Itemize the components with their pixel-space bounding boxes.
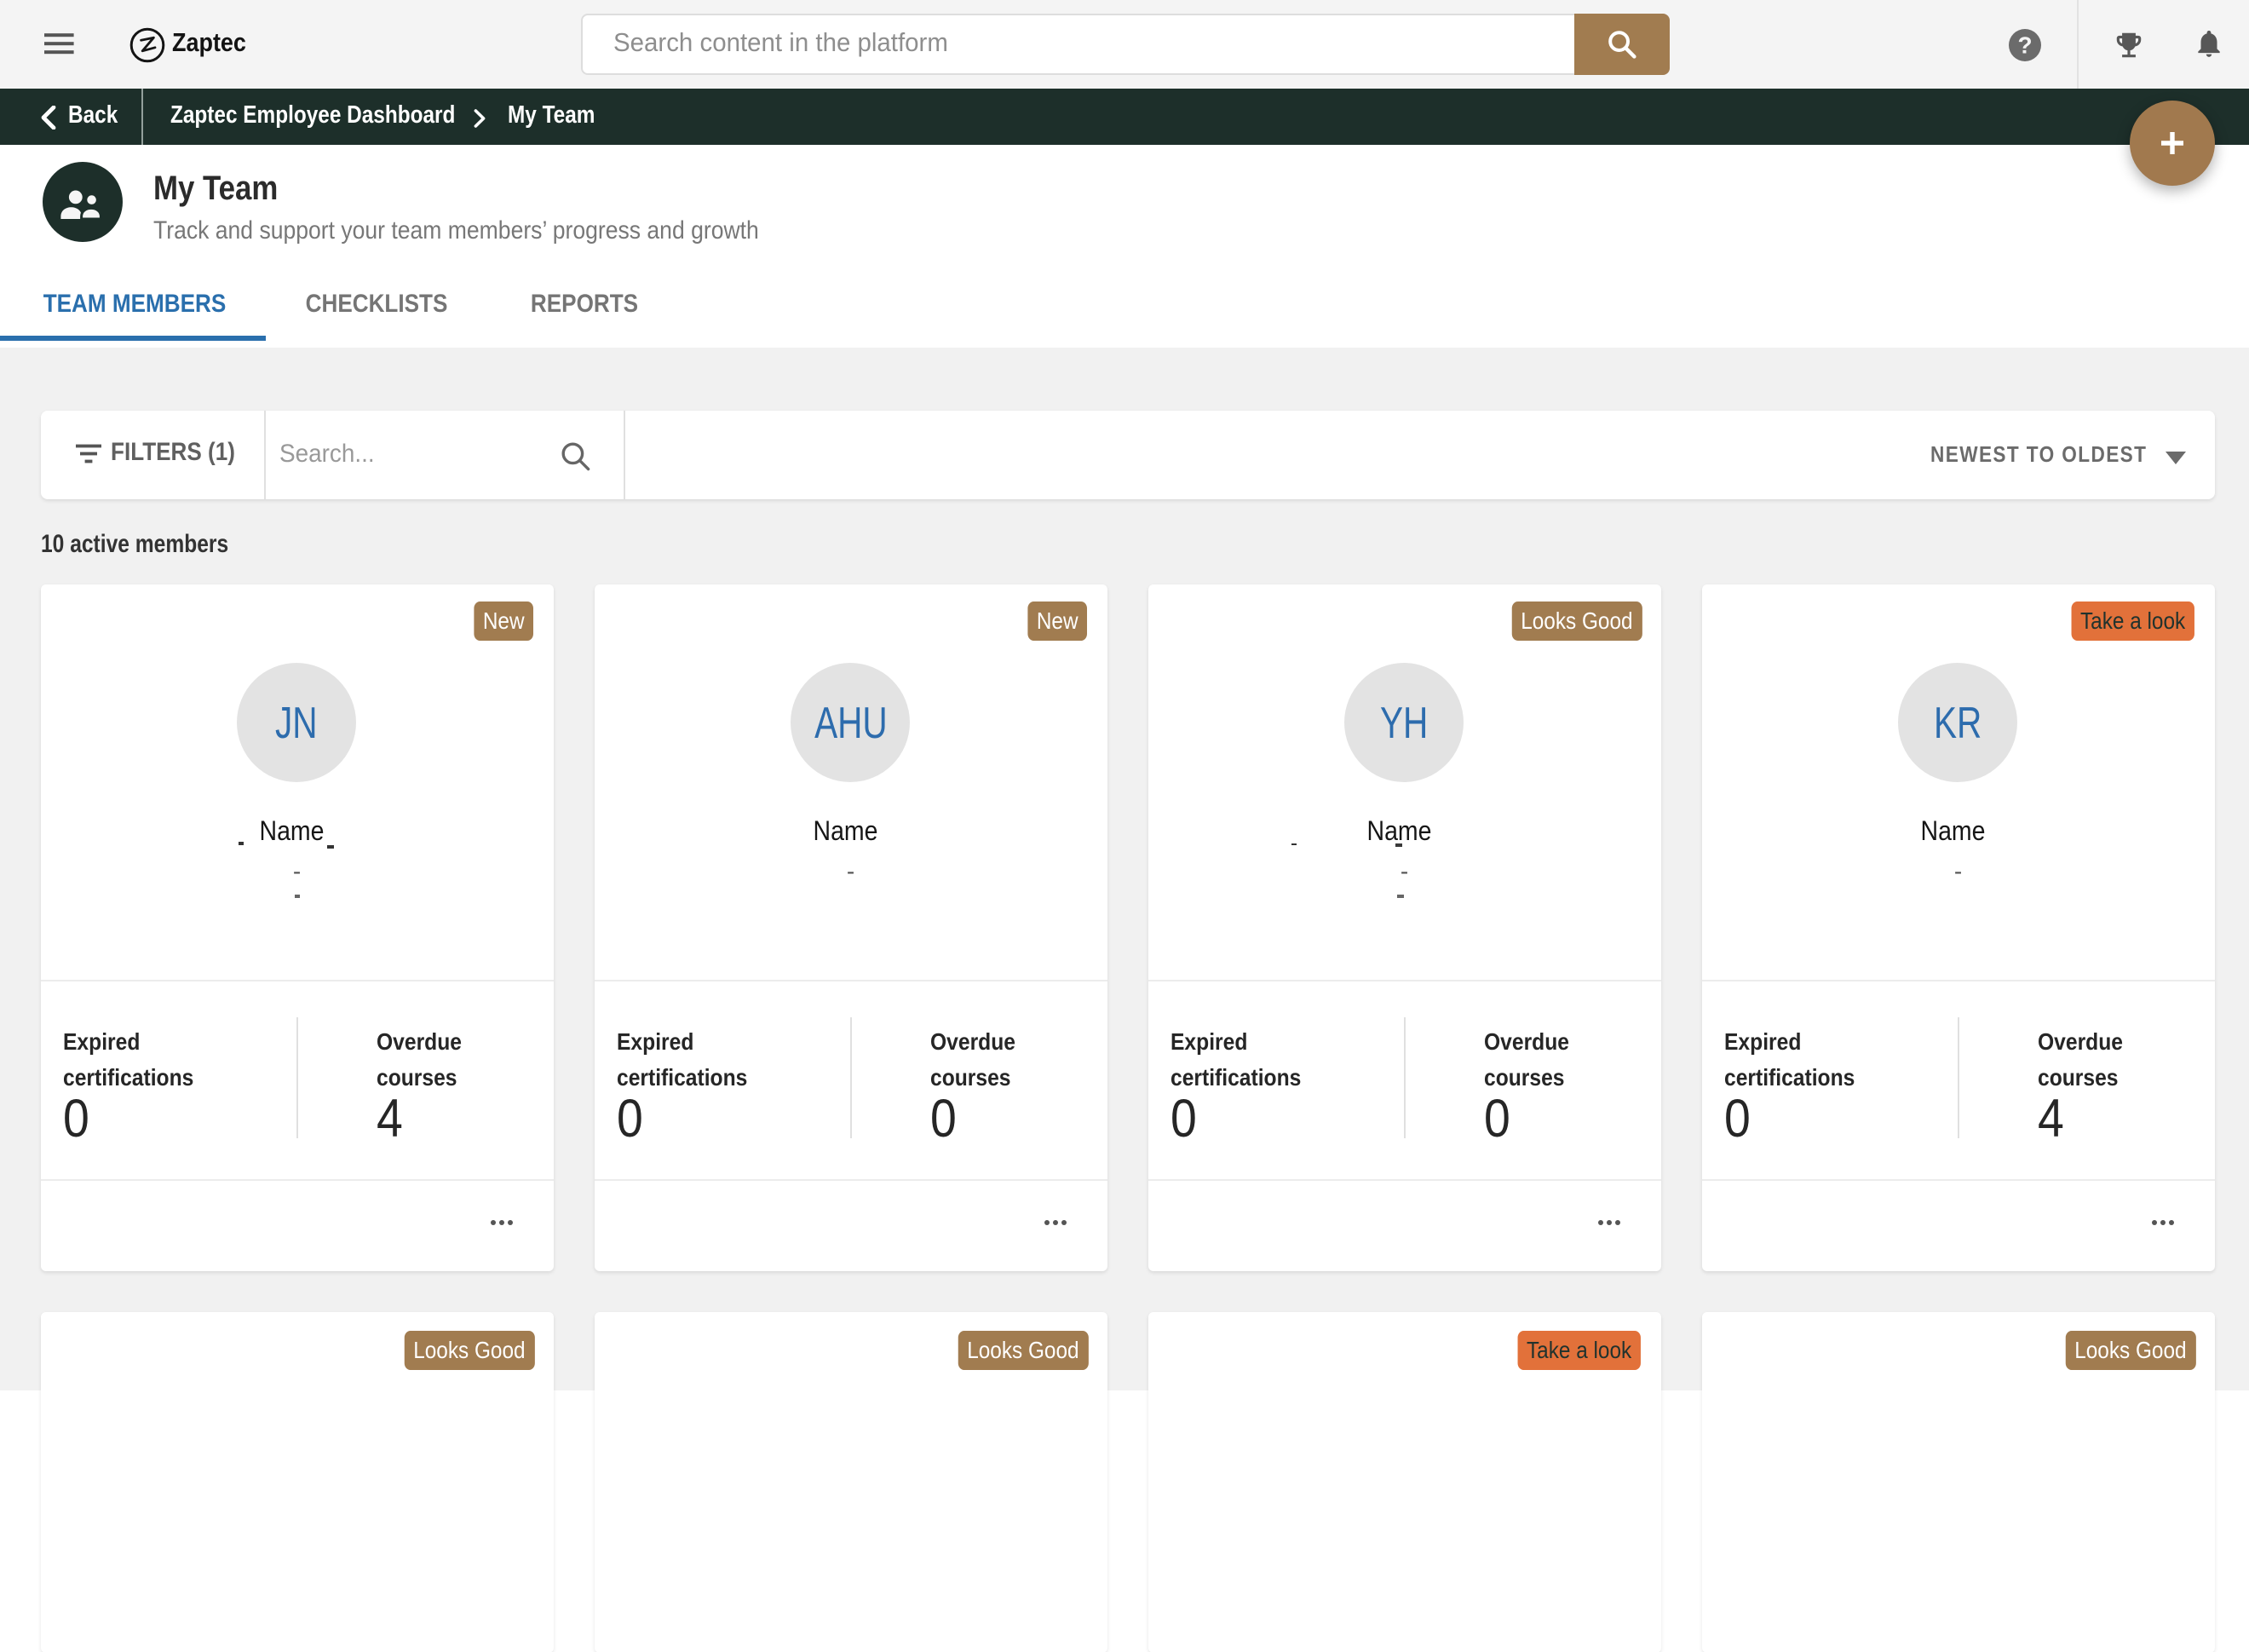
svg-text:?: ? xyxy=(2017,32,2032,58)
